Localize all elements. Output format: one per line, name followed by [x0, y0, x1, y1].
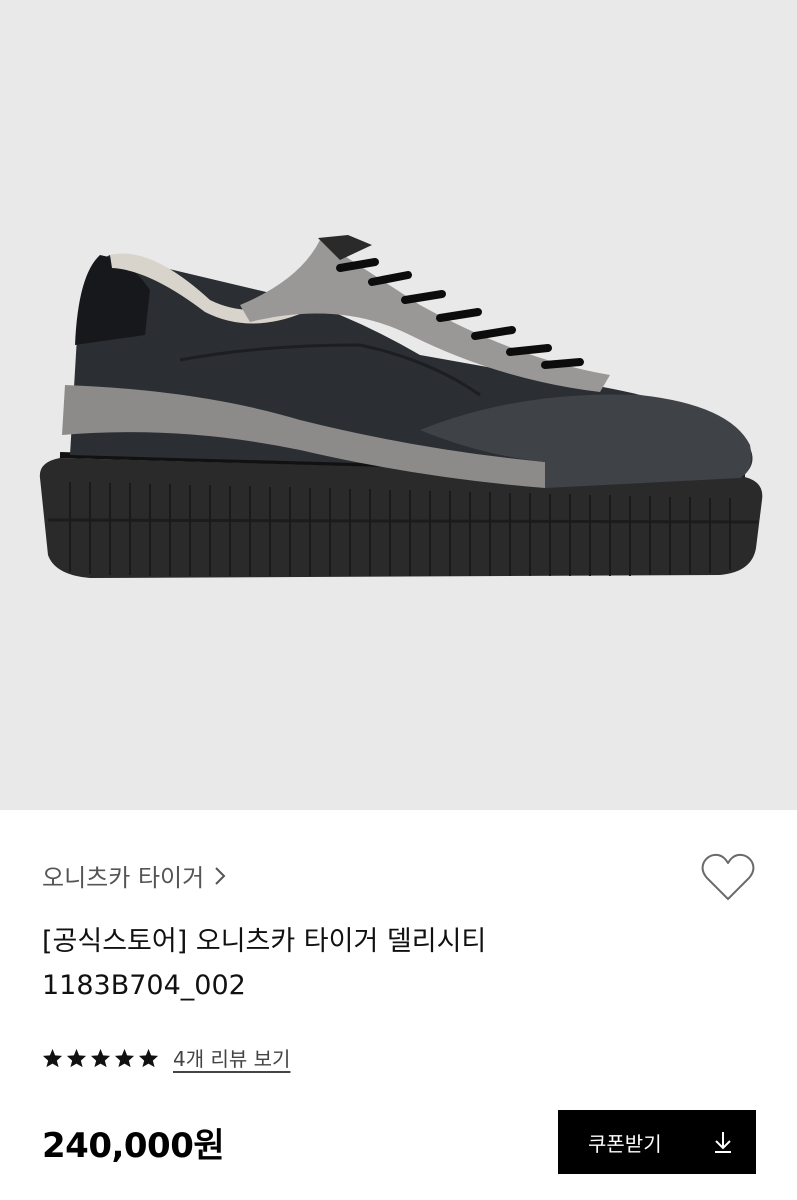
product-title: [공식스토어] 오니츠카 타이거 델리시티 1183B704_002: [42, 920, 682, 1008]
star-icon: [114, 1048, 135, 1067]
star-rating: [42, 1048, 159, 1068]
wishlist-button[interactable]: [700, 852, 756, 904]
product-title-line1: [공식스토어] 오니츠카 타이거 델리시티: [42, 926, 487, 957]
product-price: 240,000원: [42, 1126, 225, 1166]
star-icon: [138, 1048, 159, 1067]
coupon-button-label: 쿠폰받기: [588, 1131, 662, 1156]
review-link[interactable]: 4개 리뷰 보기: [173, 1043, 290, 1072]
star-icon: [90, 1048, 111, 1067]
download-icon: [715, 1132, 731, 1153]
sneaker-illustration: [39, 235, 763, 578]
brand-link[interactable]: 오니츠카 타이거: [42, 858, 226, 893]
coupon-button[interactable]: 쿠폰받기: [558, 1110, 756, 1174]
product-title-line2: 1183B704_002: [42, 970, 246, 1001]
product-image[interactable]: [0, 0, 797, 810]
star-icon: [66, 1048, 87, 1067]
chevron-right-icon: [214, 866, 226, 886]
heart-outline-icon: [701, 853, 755, 900]
rating-row: 4개 리뷰 보기: [42, 1043, 290, 1072]
star-icon: [42, 1048, 63, 1067]
brand-name: 오니츠카 타이거: [42, 864, 205, 892]
